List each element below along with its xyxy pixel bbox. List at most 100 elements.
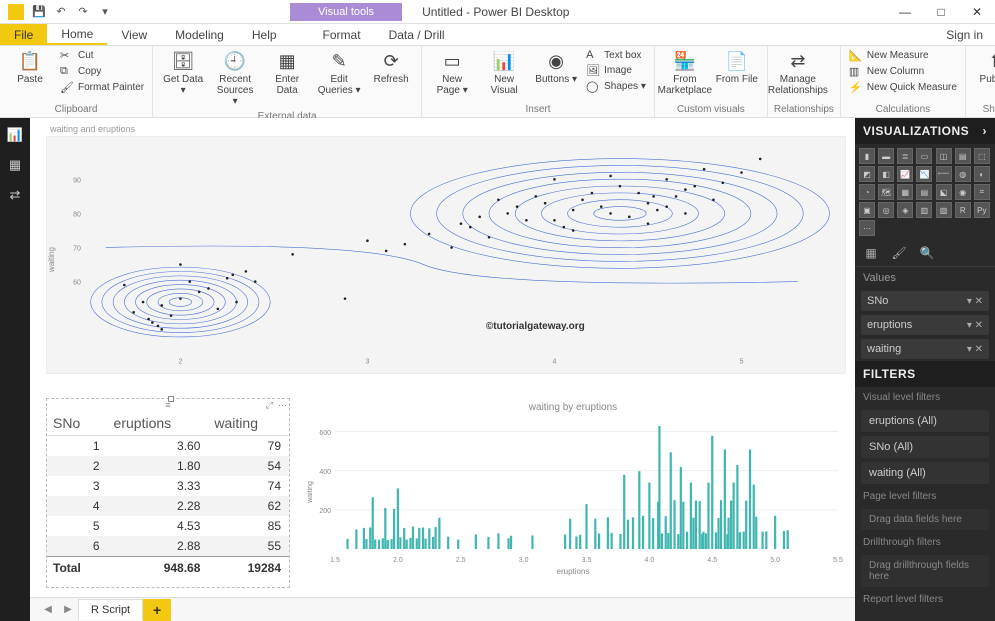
viz-type-icon[interactable]: Py xyxy=(974,202,990,218)
viz-type-icon[interactable]: ⋯ xyxy=(859,220,875,236)
paste-button[interactable]: 📋Paste xyxy=(6,48,54,87)
col-waiting[interactable]: waiting xyxy=(208,411,289,436)
table-row[interactable]: 13.6079 xyxy=(47,436,289,457)
viz-type-icon[interactable]: ◔ xyxy=(859,184,875,200)
viz-type-icon[interactable]: ◍ xyxy=(955,166,971,182)
text-box-button[interactable]: AText box xyxy=(584,48,648,62)
sign-in-link[interactable]: Sign in xyxy=(934,24,995,45)
close-button[interactable]: ✕ xyxy=(959,0,995,24)
model-view-icon[interactable]: ⇄ xyxy=(6,186,24,204)
viz-type-icon[interactable]: ▧ xyxy=(936,202,952,218)
menu-file[interactable]: File xyxy=(0,24,47,45)
report-canvas[interactable]: waiting and eruptions 234560708090 erupt… xyxy=(30,118,855,621)
viz-type-icon[interactable]: R xyxy=(955,202,971,218)
publish-button[interactable]: ⬆Publish xyxy=(972,48,995,87)
page-prev[interactable]: ◀ xyxy=(38,600,58,620)
chip-waiting[interactable]: waiting▾ ✕ xyxy=(861,339,989,359)
viz-type-icon[interactable]: ◉ xyxy=(955,184,971,200)
viz-type-icon[interactable]: ▤ xyxy=(916,184,932,200)
refresh-button[interactable]: ⟳Refresh xyxy=(367,48,415,87)
table-row[interactable]: 33.3374 xyxy=(47,476,289,496)
col-sno[interactable]: SNo xyxy=(47,411,108,436)
page-tab-rscript[interactable]: R Script xyxy=(78,599,143,620)
viz-type-icon[interactable]: ⬳ xyxy=(936,166,952,182)
quick-measure-button[interactable]: ⚡New Quick Measure xyxy=(847,80,959,95)
viz-type-icon[interactable]: ▮ xyxy=(859,148,875,164)
menu-home[interactable]: Home xyxy=(47,24,107,45)
analytics-tab-icon[interactable]: 🔍 xyxy=(919,245,935,261)
edit-queries-button[interactable]: ✎Edit Queries ▾ xyxy=(315,48,363,98)
resize-handle[interactable] xyxy=(168,396,174,402)
menu-format[interactable]: Format xyxy=(309,24,375,45)
copy-button[interactable]: ⧉Copy xyxy=(58,64,146,79)
save-icon[interactable]: 💾 xyxy=(30,3,48,21)
new-page-button[interactable]: ▭New Page ▾ xyxy=(428,48,476,98)
cut-button[interactable]: ✂Cut xyxy=(58,48,146,63)
filter-waiting[interactable]: waiting (All) xyxy=(861,462,989,484)
viz-type-icon[interactable]: ▭ xyxy=(916,148,932,164)
maximize-button[interactable]: □ xyxy=(923,0,959,24)
manage-relationships-button[interactable]: ⇄Manage Relationships xyxy=(774,48,822,98)
viz-type-icon[interactable]: ⬚ xyxy=(974,148,990,164)
recent-sources-button[interactable]: 🕘Recent Sources ▾ xyxy=(211,48,259,109)
enter-data-button[interactable]: ▦Enter Data xyxy=(263,48,311,98)
table-visual[interactable]: ≡ ⤢ ⋯ SNo eruptions waiting 13.607921.80… xyxy=(46,398,290,588)
format-tab-icon[interactable]: 🖌 xyxy=(891,245,907,261)
viz-type-icon[interactable]: 🗺 xyxy=(878,184,894,200)
viz-type-icon[interactable]: ▬ xyxy=(878,148,894,164)
visual-tools-tab[interactable]: Visual tools xyxy=(290,3,402,21)
viz-type-icon[interactable]: ◧ xyxy=(878,166,894,182)
viz-type-icon[interactable]: ≣ xyxy=(897,148,913,164)
viz-type-icon[interactable]: ◎ xyxy=(878,202,894,218)
chip-eruptions[interactable]: eruptions▾ ✕ xyxy=(861,315,989,335)
fields-tab-icon[interactable]: ▦ xyxy=(863,245,879,261)
table-row[interactable]: 54.5385 xyxy=(47,516,289,536)
viz-type-icon[interactable]: 📉 xyxy=(916,166,932,182)
viz-type-icon[interactable]: ▥ xyxy=(916,202,932,218)
image-button[interactable]: 🖼Image xyxy=(584,63,648,78)
minimize-button[interactable]: — xyxy=(887,0,923,24)
page-filters-drop[interactable]: Drag data fields here xyxy=(861,509,989,530)
viz-type-icon[interactable]: ◫ xyxy=(936,148,952,164)
get-data-button[interactable]: 🗄Get Data ▾ xyxy=(159,48,207,98)
viz-type-icon[interactable]: ◐ xyxy=(974,166,990,182)
viz-type-icon[interactable]: ⬕ xyxy=(936,184,952,200)
viz-header[interactable]: VISUALIZATIONS › xyxy=(855,118,995,144)
page-next[interactable]: ▶ xyxy=(58,600,78,620)
chip-eruptions-remove[interactable]: ▾ ✕ xyxy=(967,320,983,331)
viz-type-icon[interactable]: ▦ xyxy=(897,184,913,200)
format-painter-button[interactable]: 🖌Format Painter xyxy=(58,80,146,95)
buttons-button[interactable]: ◉Buttons ▾ xyxy=(532,48,580,87)
filter-sno[interactable]: SNo (All) xyxy=(861,436,989,458)
viz-type-icon[interactable]: 📈 xyxy=(897,166,913,182)
filter-eruptions[interactable]: eruptions (All) xyxy=(861,410,989,432)
chip-sno-remove[interactable]: ▾ ✕ xyxy=(967,296,983,307)
marketplace-button[interactable]: 🏪From Marketplace xyxy=(661,48,709,98)
viz-type-icon[interactable]: ▣ xyxy=(859,202,875,218)
drill-filters-drop[interactable]: Drag drillthrough fields here xyxy=(861,555,989,587)
more-options-icon[interactable]: ⋯ xyxy=(278,400,287,411)
table-row[interactable]: 21.8054 xyxy=(47,456,289,476)
viz-type-icon[interactable]: ⌗ xyxy=(974,184,990,200)
menu-view[interactable]: View xyxy=(107,24,161,45)
col-eruptions[interactable]: eruptions xyxy=(108,411,209,436)
bar-visual[interactable]: waiting by eruptions 2004006001.52.02.53… xyxy=(300,398,846,588)
table-row[interactable]: 42.2862 xyxy=(47,496,289,516)
menu-data-drill[interactable]: Data / Drill xyxy=(375,24,459,45)
chip-waiting-remove[interactable]: ▾ ✕ xyxy=(967,344,983,355)
scatter-visual[interactable]: waiting and eruptions 234560708090 erupt… xyxy=(46,122,846,390)
undo-icon[interactable]: ↶ xyxy=(52,3,70,21)
focus-mode-icon[interactable]: ⤢ xyxy=(266,400,273,411)
filters-header[interactable]: FILTERS xyxy=(855,361,995,387)
viz-type-icon[interactable]: ◈ xyxy=(897,202,913,218)
menu-help[interactable]: Help xyxy=(238,24,291,45)
page-add-button[interactable]: + xyxy=(143,599,171,621)
new-visual-button[interactable]: 📊New Visual xyxy=(480,48,528,98)
viz-type-icon[interactable]: ▤ xyxy=(955,148,971,164)
chip-sno[interactable]: SNo▾ ✕ xyxy=(861,291,989,311)
table-row[interactable]: 62.8855 xyxy=(47,536,289,557)
redo-icon[interactable]: ↷ xyxy=(74,3,92,21)
menu-modeling[interactable]: Modeling xyxy=(161,24,238,45)
new-column-button[interactable]: ▥New Column xyxy=(847,64,959,79)
qat-dropdown-icon[interactable]: ▾ xyxy=(96,3,114,21)
